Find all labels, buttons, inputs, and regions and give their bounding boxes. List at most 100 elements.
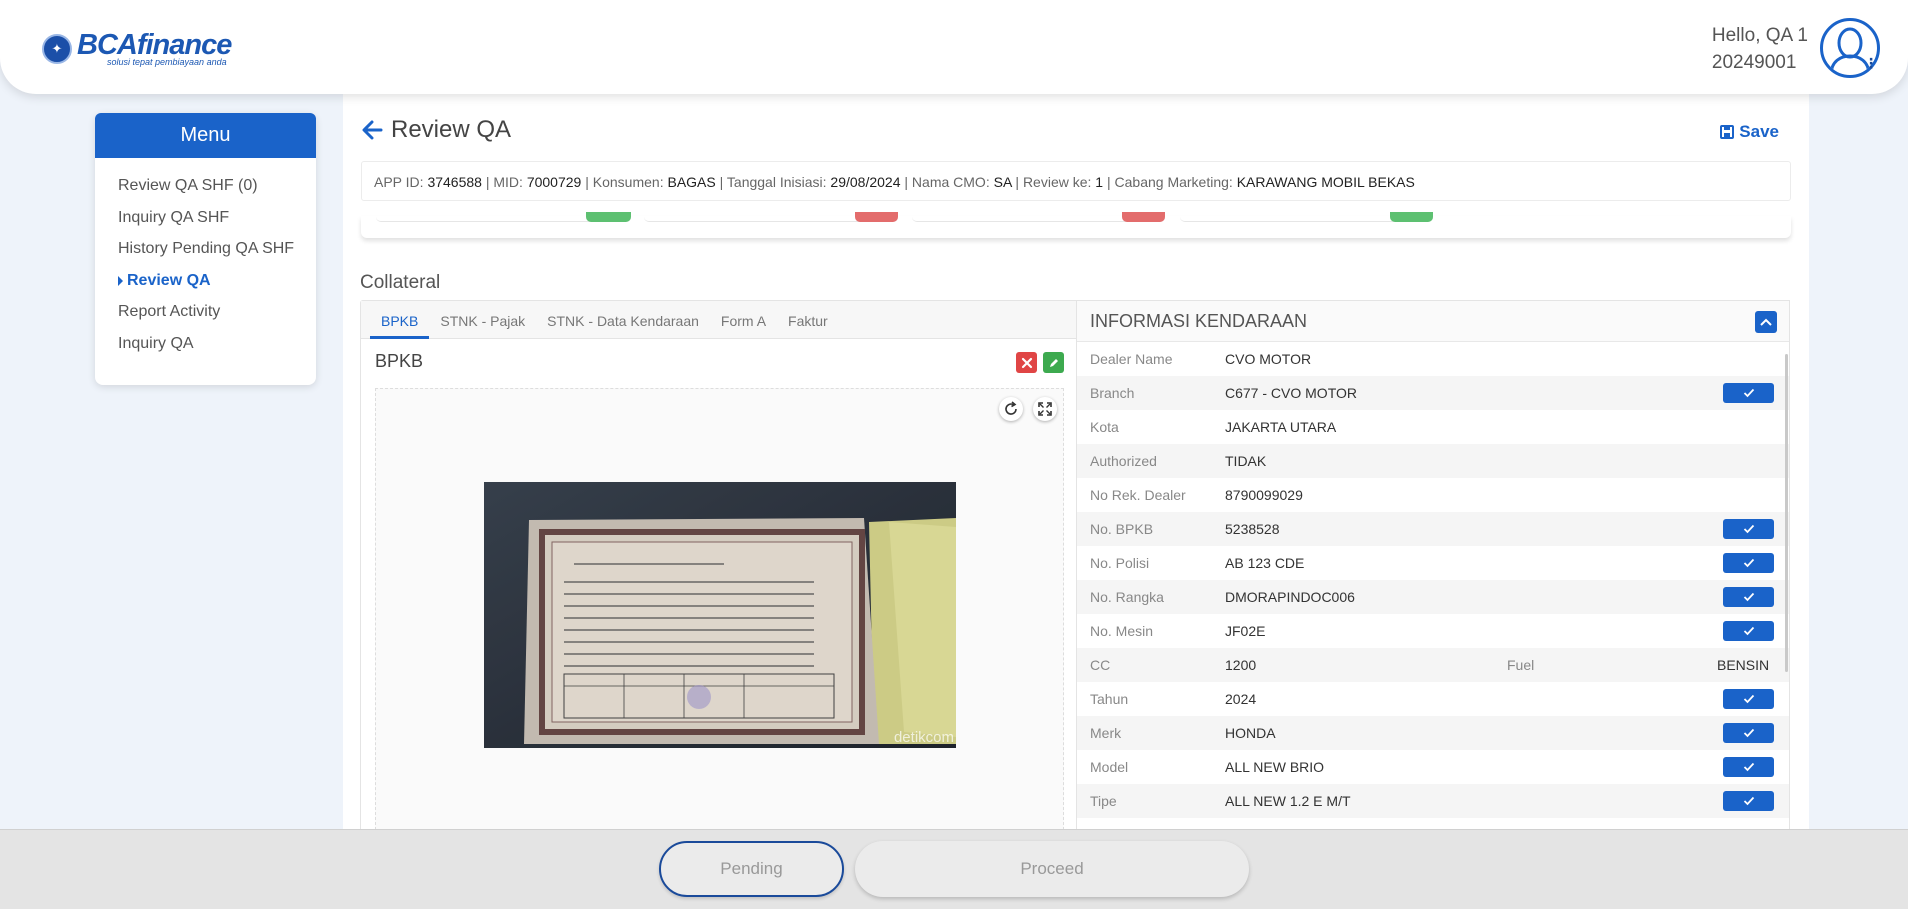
sidebar-item-label: Inquiry QA SHF — [118, 208, 230, 226]
verify-checkbox[interactable] — [1723, 553, 1774, 573]
sidebar-item-inquiry-qa[interactable]: Inquiry QA — [95, 328, 316, 360]
vehicle-info-scrollbar[interactable] — [1785, 354, 1788, 672]
check-icon — [1743, 694, 1754, 704]
image-viewer: detikcom — [375, 388, 1064, 830]
row-label: Dealer Name — [1090, 351, 1173, 367]
info-row-tipe: Tipe ALL NEW 1.2 E M/T — [1077, 784, 1789, 818]
sidebar-item-report-activity[interactable]: Report Activity — [95, 296, 316, 328]
verify-checkbox[interactable] — [1723, 621, 1774, 641]
row-value: 8790099029 — [1225, 487, 1303, 503]
info-row-tahun: Tahun 2024 — [1077, 682, 1789, 716]
pending-button[interactable]: Pending — [659, 841, 844, 897]
main-content: Review QA Save APP ID: 3746588 | MID: 70… — [343, 94, 1809, 830]
review-label: Review ke: — [1022, 174, 1092, 190]
edit-document-button[interactable] — [1043, 352, 1064, 373]
row-label: No. BPKB — [1090, 521, 1154, 537]
rotate-icon — [1005, 401, 1017, 415]
vehicle-info-header: INFORMASI KENDARAAN — [1077, 301, 1789, 342]
bca-seal-icon: ✦ — [42, 33, 72, 64]
row-value: HONDA — [1225, 725, 1276, 741]
row-value: 2024 — [1225, 691, 1257, 707]
row-value: CVO MOTOR — [1225, 351, 1312, 367]
row-value: C677 - CVO MOTOR — [1225, 385, 1357, 401]
sidebar-item-history-pending-qa-shf[interactable]: History Pending QA SHF — [95, 233, 316, 265]
side-menu: Menu Review QA SHF (0) Inquiry QA SHF Hi… — [95, 113, 316, 385]
row-label: Kota — [1090, 419, 1119, 435]
vehicle-info-rows: Dealer Name CVO MOTOR Branch C677 - CVO MO… — [1077, 342, 1789, 830]
row-label: Branch — [1090, 385, 1135, 401]
konsumen-value: BAGAS — [667, 174, 716, 190]
pencil-icon — [1049, 358, 1058, 367]
check-icon — [1743, 592, 1754, 602]
reject-document-button[interactable] — [1016, 352, 1037, 373]
check-icon — [1743, 796, 1754, 806]
info-row-no-mesin: No. Mesin JF02E — [1077, 614, 1789, 648]
action-footer: Pending Proceed — [0, 829, 1908, 909]
fullscreen-button[interactable] — [1033, 397, 1057, 421]
sidebar-item-inquiry-qa-shf[interactable]: Inquiry QA SHF — [95, 202, 316, 234]
check-icon — [1743, 762, 1754, 772]
row-value: AB 123 CDE — [1225, 555, 1305, 571]
rotate-button[interactable] — [999, 397, 1023, 421]
row-label: No. Mesin — [1090, 623, 1154, 639]
row-value: 1200 — [1225, 657, 1257, 673]
user-info: Hello, QA 1 20249001 — [1712, 22, 1808, 76]
verify-checkbox[interactable] — [1723, 757, 1774, 777]
bpkb-document-photo[interactable]: detikcom — [484, 482, 956, 748]
collapsed-summary-strip — [361, 212, 1791, 238]
check-icon — [1743, 626, 1754, 636]
user-greeting: Hello, QA 1 — [1711, 25, 1808, 46]
back-arrow-icon[interactable] — [361, 119, 383, 141]
row-value: JAKARTA UTARA — [1225, 419, 1337, 435]
page-title: Review QA — [391, 116, 512, 143]
tab-faktur[interactable]: Faktur — [777, 301, 839, 338]
sidebar-item-review-qa-shf[interactable]: Review QA SHF (0) — [95, 170, 316, 202]
summary-status-green — [1390, 212, 1433, 222]
info-row-model: Model ALL NEW BRIO — [1077, 750, 1789, 784]
row-label: Model — [1090, 759, 1129, 775]
row-label: Tahun — [1090, 691, 1129, 707]
cabang-label: Cabang Marketing: — [1114, 174, 1233, 190]
row-label: Authorized — [1090, 453, 1157, 469]
row-label-fuel: Fuel — [1507, 657, 1535, 673]
vehicle-info-panel: INFORMASI KENDARAAN Dealer Name CVO MOTOR… — [1077, 300, 1790, 829]
app-id-value: 3746588 — [427, 174, 482, 190]
sidebar-item-review-qa[interactable]: Review QA — [95, 265, 316, 297]
konsumen-label: Konsumen: — [592, 174, 664, 190]
close-icon — [1021, 357, 1032, 368]
verify-checkbox[interactable] — [1723, 689, 1774, 709]
tanggal-label: Tanggal Inisiasi: — [726, 174, 827, 190]
document-tabs: BPKB STNK - Pajak STNK - Data Kendaraan … — [361, 301, 1076, 339]
floppy-disk-icon — [1720, 125, 1735, 139]
app-header: ✦ BCAfinance solusi tepat pembiayaan and… — [0, 0, 1908, 94]
save-button[interactable]: Save — [1720, 122, 1779, 142]
tanggal-value: 29/08/2024 — [830, 174, 901, 190]
info-row-no-rangka: No. Rangka DMORAPINDOC006 — [1077, 580, 1789, 614]
chevron-up-icon — [1760, 318, 1772, 326]
verify-checkbox[interactable] — [1723, 587, 1774, 607]
tab-stnk-pajak[interactable]: STNK - Pajak — [429, 301, 536, 338]
mid-value: 7000729 — [526, 174, 582, 190]
row-value: TIDAK — [1225, 453, 1267, 469]
row-value: JF02E — [1225, 623, 1266, 639]
verify-checkbox[interactable] — [1723, 383, 1774, 403]
tab-form-a[interactable]: Form A — [710, 301, 777, 338]
row-label: No Rek. Dealer — [1090, 487, 1186, 503]
collapse-button[interactable] — [1755, 311, 1777, 333]
application-info-bar: APP ID: 3746588 | MID: 7000729 | Konsume… — [361, 161, 1791, 201]
row-label: No. Rangka — [1090, 589, 1164, 605]
verify-checkbox[interactable] — [1723, 723, 1774, 743]
verify-checkbox[interactable] — [1723, 791, 1774, 811]
row-value: ALL NEW BRIO — [1225, 759, 1325, 775]
save-label: Save — [1739, 122, 1779, 141]
check-icon — [1743, 388, 1754, 398]
proceed-button[interactable]: Proceed — [855, 841, 1249, 897]
info-row-no-bpkb: No. BPKB 5238528 — [1077, 512, 1789, 546]
bca-finance-logo[interactable]: ✦ BCAfinance solusi tepat pembiayaan and… — [42, 30, 232, 67]
tab-stnk-data-kendaraan[interactable]: STNK - Data Kendaraan — [536, 301, 710, 338]
verify-checkbox[interactable] — [1723, 519, 1774, 539]
tab-bpkb[interactable]: BPKB — [370, 301, 430, 339]
info-row-no-polisi: No. Polisi AB 123 CDE — [1077, 546, 1789, 580]
cmo-value: SA — [993, 174, 1012, 190]
user-menu-kebab-icon[interactable]: ⋮ — [1864, 56, 1878, 70]
